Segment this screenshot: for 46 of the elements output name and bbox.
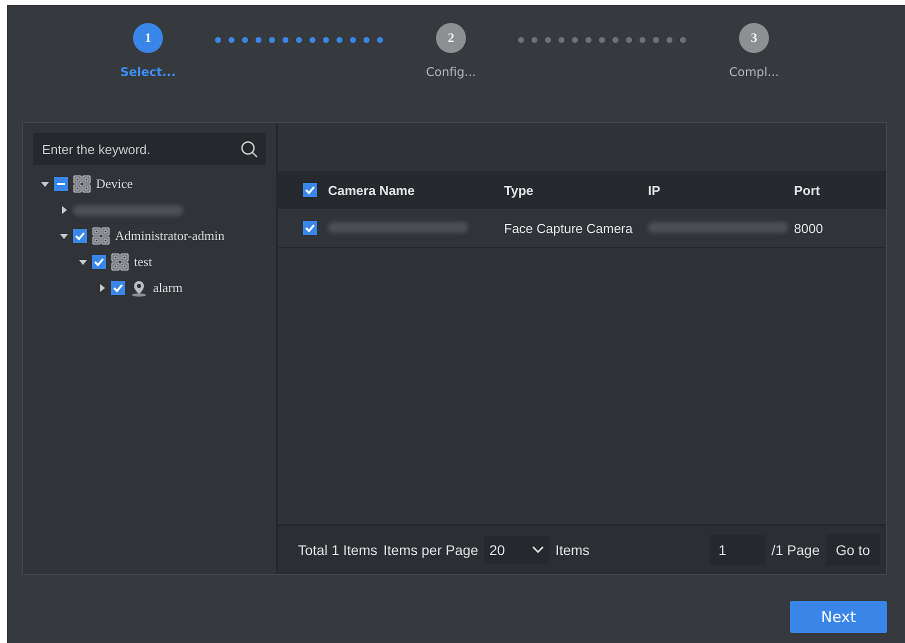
next-button[interactable]: Next [790, 601, 887, 633]
caret-down-icon[interactable] [79, 258, 87, 266]
tree-item[interactable]: alarm [153, 280, 183, 296]
step-label: Compl... [729, 65, 779, 79]
caret-down-icon[interactable] [41, 180, 49, 188]
caret-down-icon[interactable] [60, 232, 68, 240]
check-icon [304, 184, 316, 196]
column-header: Type [504, 182, 534, 198]
check-icon [112, 282, 124, 294]
grid-icon [73, 175, 91, 193]
grid-icon [111, 253, 129, 271]
go-to-button[interactable]: Go to [826, 534, 880, 566]
search-field[interactable]: Enter the keyword. [33, 133, 266, 165]
tree-item[interactable]: Device [96, 176, 133, 192]
check-icon [304, 222, 316, 234]
caret-right-icon[interactable] [98, 284, 106, 292]
page-input[interactable]: 1 [710, 535, 766, 565]
tree-item[interactable]: test [134, 254, 152, 270]
total-count: Total 1 Items [298, 542, 378, 558]
checkbox[interactable] [111, 281, 125, 295]
search-icon [241, 141, 258, 158]
check-icon [93, 256, 105, 268]
chevron-down-icon [532, 546, 544, 554]
checkbox[interactable] [92, 255, 106, 269]
step-number: 1 [133, 23, 163, 53]
location-pin-icon [130, 279, 148, 297]
table-cell-text: Face Capture Camera [504, 220, 634, 236]
table-cell: 8000 [794, 220, 823, 236]
column-header: Camera Name [328, 182, 416, 198]
per-page-label: Items per Page [383, 542, 478, 558]
checkbox[interactable] [73, 229, 87, 243]
step-number: 2 [436, 23, 466, 53]
caret-right-icon[interactable] [60, 206, 68, 214]
checkbox[interactable] [303, 183, 317, 197]
grid-icon [92, 227, 110, 245]
checkbox[interactable] [303, 221, 317, 235]
check-icon [74, 230, 86, 242]
per-page-dropdown[interactable]: 20 [484, 536, 550, 564]
column-header: Port [794, 182, 820, 198]
page-count: /1 Page [771, 542, 820, 558]
step-label: Config... [426, 65, 476, 79]
column-header: IP [648, 182, 662, 198]
tree-item[interactable]: Administrator-admin [115, 228, 224, 244]
step-label: Select... [120, 65, 176, 79]
step-number: 3 [739, 23, 769, 53]
items-label: Items [555, 542, 590, 558]
